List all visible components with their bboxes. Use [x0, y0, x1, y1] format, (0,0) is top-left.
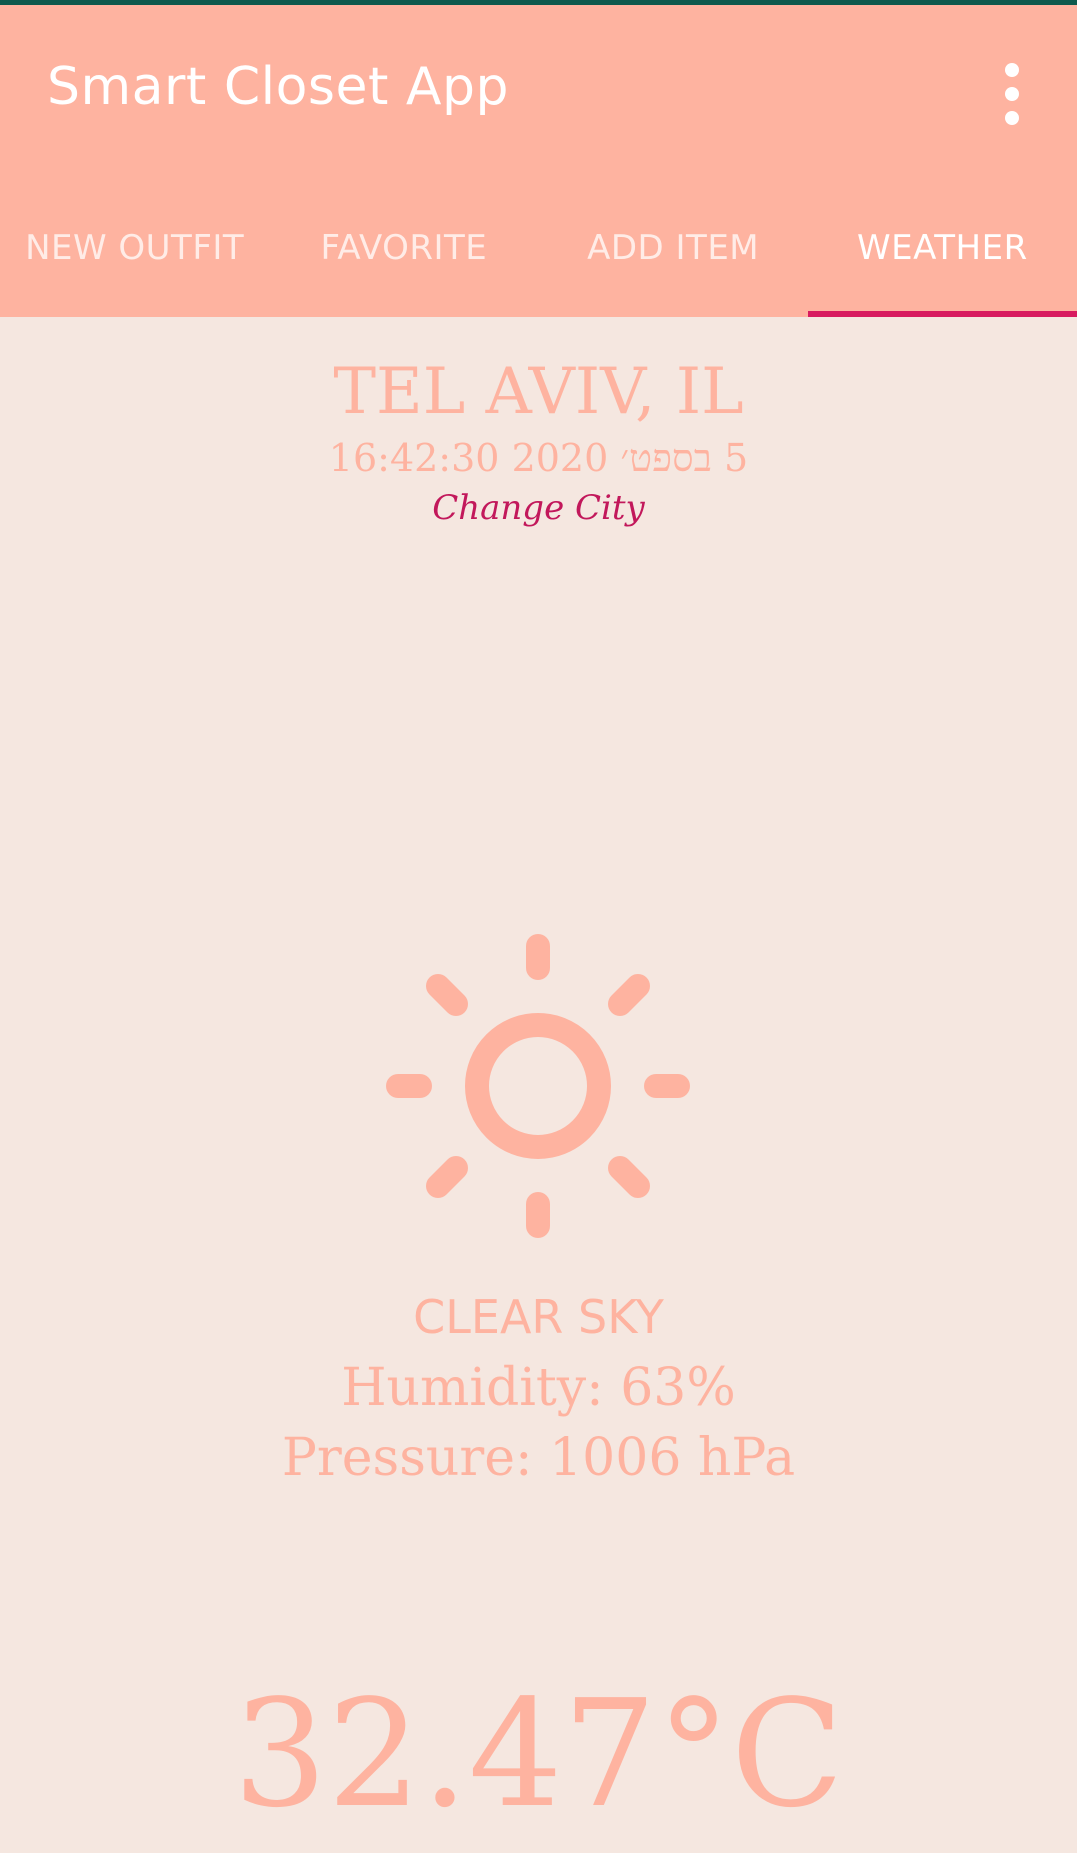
temperature-value: 32.47°C — [233, 1668, 844, 1840]
date-time: 5 בספט׳ 2020 16:42:30 — [328, 436, 749, 480]
pressure-value: Pressure: 1006 hPa — [281, 1428, 796, 1488]
sun-icon — [386, 934, 690, 1238]
app-title: Smart Closet App — [47, 57, 509, 117]
change-city-link[interactable]: Change City — [0, 488, 1077, 528]
tab-new-outfit[interactable]: NEW OUTFIT — [0, 200, 269, 317]
weather-condition: CLEAR SKY — [413, 1290, 664, 1344]
tab-add-item[interactable]: ADD ITEM — [539, 200, 808, 317]
tab-favorite[interactable]: FAVORITE — [269, 200, 538, 317]
humidity-value: Humidity: 63% — [341, 1358, 736, 1418]
tab-weather[interactable]: WEATHER — [807, 200, 1077, 317]
city-name: TEL AVIV, IL — [333, 355, 744, 429]
more-vertical-icon[interactable] — [990, 63, 1034, 125]
tab-bar: NEW OUTFIT FAVORITE ADD ITEM WEATHER — [0, 200, 1077, 317]
